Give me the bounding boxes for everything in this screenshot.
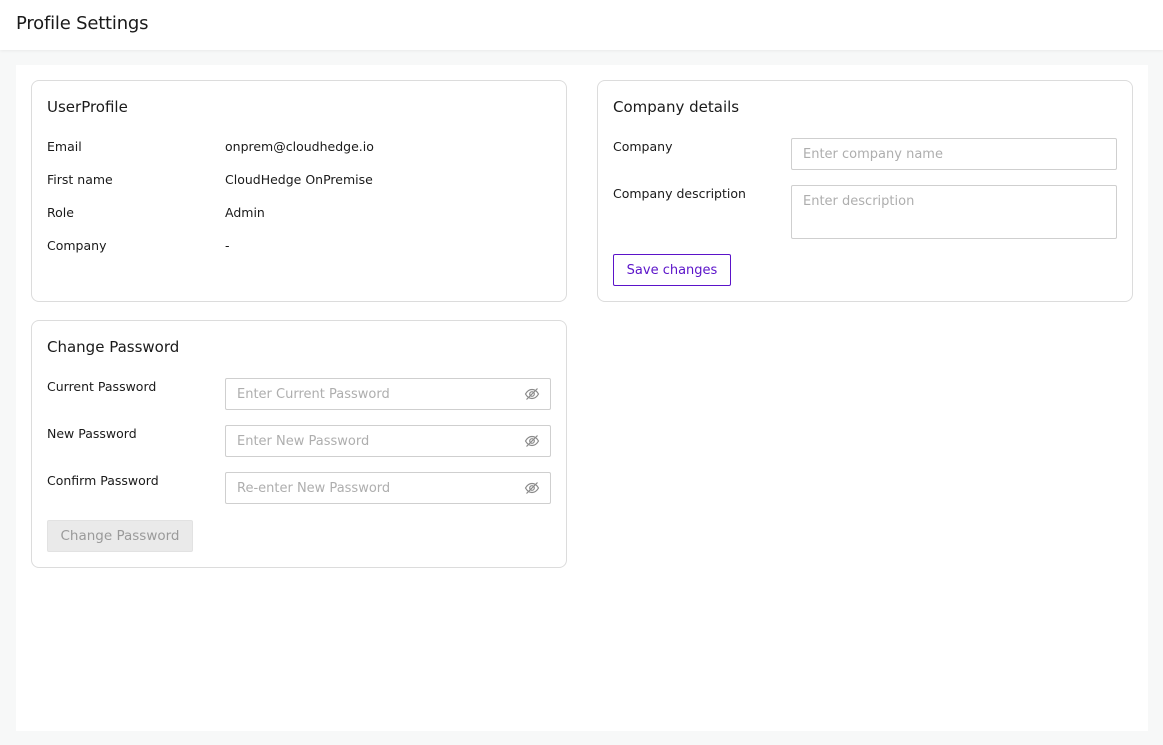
confirm-password-label: Confirm Password <box>47 473 159 488</box>
save-changes-button[interactable]: Save changes <box>613 254 731 286</box>
first-name-label: First name <box>47 172 113 187</box>
confirm-password-input[interactable] <box>225 472 551 504</box>
user-profile-title: UserProfile <box>47 98 128 116</box>
user-profile-card: UserProfile Email onprem@cloudhedge.io F… <box>31 80 567 302</box>
new-password-input[interactable] <box>225 425 551 457</box>
first-name-value: CloudHedge OnPremise <box>225 172 373 187</box>
company-name-label: Company <box>613 139 673 154</box>
role-label: Role <box>47 205 74 220</box>
page-title: Profile Settings <box>16 13 149 34</box>
email-value: onprem@cloudhedge.io <box>225 139 374 154</box>
company-label: Company <box>47 238 107 253</box>
eye-off-icon[interactable] <box>524 433 540 449</box>
company-details-title: Company details <box>613 98 740 116</box>
eye-off-icon[interactable] <box>524 480 540 496</box>
company-description-input[interactable] <box>791 185 1117 239</box>
company-description-label: Company description <box>613 186 746 201</box>
current-password-input[interactable] <box>225 378 551 410</box>
new-password-label: New Password <box>47 426 137 441</box>
top-bar: Profile Settings <box>0 0 1163 50</box>
company-details-card: Company details Company Company descript… <box>597 80 1133 302</box>
change-password-button[interactable]: Change Password <box>47 520 193 552</box>
role-value: Admin <box>225 205 265 220</box>
company-value: - <box>225 238 230 253</box>
change-password-title: Change Password <box>47 338 180 356</box>
change-password-card: Change Password Current Password New Pas… <box>31 320 567 568</box>
current-password-label: Current Password <box>47 379 157 394</box>
eye-off-icon[interactable] <box>524 386 540 402</box>
main-content: UserProfile Email onprem@cloudhedge.io F… <box>16 65 1148 731</box>
email-label: Email <box>47 139 82 154</box>
company-name-input[interactable] <box>791 138 1117 170</box>
